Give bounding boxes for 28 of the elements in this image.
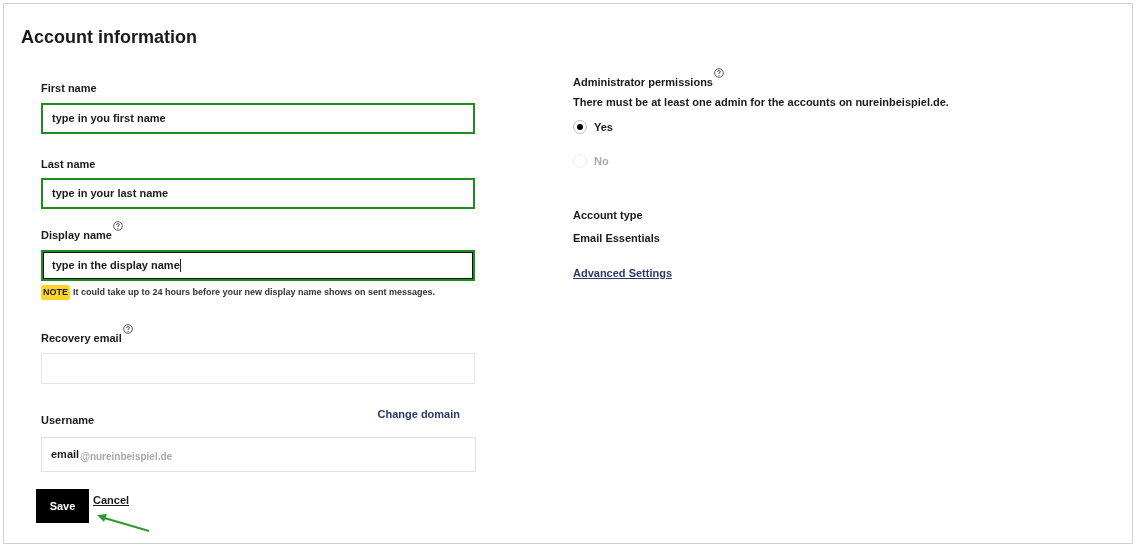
note-text: It could take up to 24 hours before your new display name shows on sent messages. [73, 285, 436, 299]
save-button[interactable]: Save [36, 489, 89, 523]
help-icon[interactable] [714, 68, 724, 78]
field-label: Username [41, 412, 95, 428]
help-icon[interactable] [112, 221, 123, 231]
page-title: Account information [21, 26, 198, 49]
help-icon[interactable] [122, 324, 133, 334]
text-field[interactable] [41, 352, 475, 384]
radio-label: Yes [594, 120, 613, 135]
description-text: There must be at least one admin for the accounts on nureinbeispiel.de. [573, 94, 949, 110]
field-label: Display name [41, 228, 112, 243]
cancel-link[interactable]: Cancel [93, 493, 130, 507]
text-field[interactable]: type in your last name [41, 178, 475, 209]
field-label: First name [41, 81, 97, 96]
field-label: Administrator permissions [573, 75, 713, 90]
text-field[interactable]: type in the display name [41, 249, 475, 281]
domain-suffix: @nureinbeispiel.de [80, 450, 173, 464]
field-label: Account type [573, 208, 644, 223]
text-field[interactable]: type in you first name [41, 102, 475, 134]
annotation-arrow [95, 511, 151, 533]
field-label: Recovery email [41, 331, 122, 346]
radio-label: No [594, 153, 609, 169]
account-type-value: Email Essentials [573, 230, 661, 246]
note-badge: NOTE [41, 284, 70, 300]
field-label: Last name [41, 156, 96, 172]
username-field[interactable]: email@nureinbeispiel.de [41, 437, 476, 472]
advanced-settings-link[interactable]: Advanced Settings [573, 265, 673, 282]
change-domain-link[interactable]: Change domain [377, 405, 460, 422]
